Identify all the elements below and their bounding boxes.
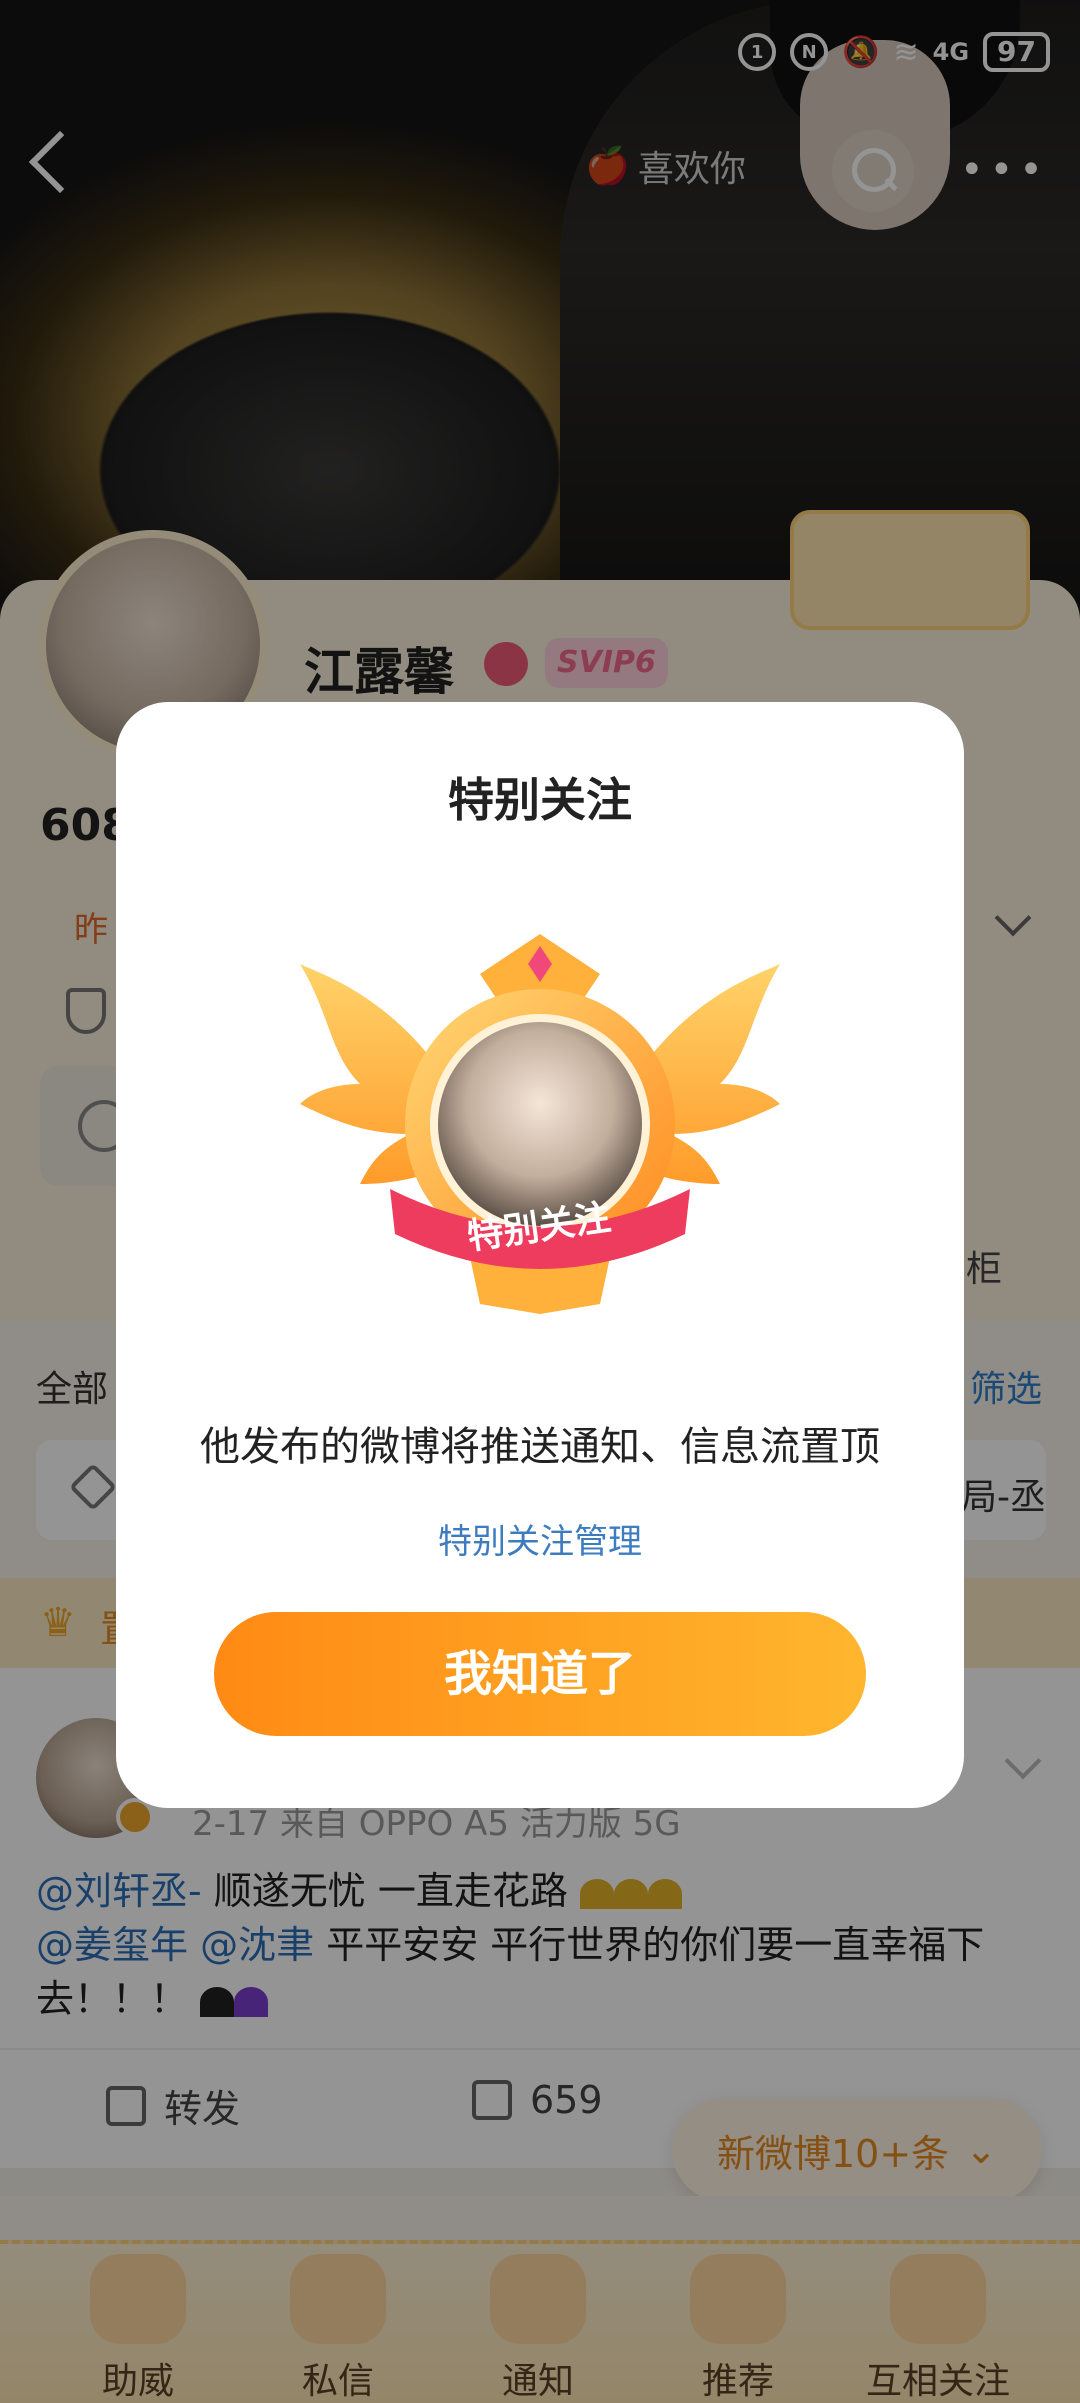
dialog-description: 他发布的微博将推送通知、信息流置顶	[200, 1424, 880, 1470]
special-follow-emblem: 特别关注	[300, 934, 780, 1314]
special-follow-dialog: 特别关注 特别关注 他发布的微博将推送通知、信息流置顶 特别关注管理 我知道了	[116, 702, 964, 1808]
emblem-avatar	[438, 1022, 642, 1226]
dialog-title: 特别关注	[448, 773, 632, 827]
got-it-button[interactable]: 我知道了	[214, 1612, 866, 1736]
manage-special-follow-link[interactable]: 特别关注管理	[116, 1514, 964, 1563]
